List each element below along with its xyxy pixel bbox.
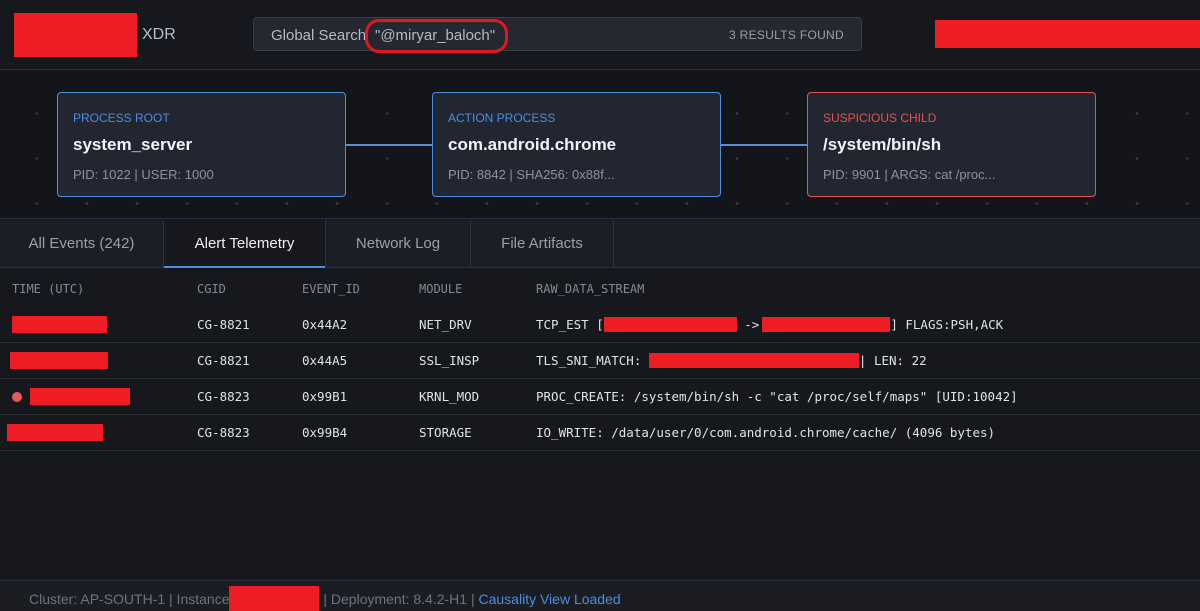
- table-row[interactable]: CG-8823 0x99B1 KRNL_MOD PROC_CREATE: /sy…: [0, 379, 1200, 415]
- cell-event-id: 0x99B4: [302, 425, 348, 440]
- table-row[interactable]: CG-8821 0x44A2 NET_DRV TCP_EST [ -> ] FLA…: [0, 307, 1200, 343]
- table-row[interactable]: CG-8823 0x99B4 STORAGE IO_WRITE: /data/u…: [0, 415, 1200, 451]
- global-search-input[interactable]: Global Search "@miryar_baloch" 3 RESULTS…: [253, 17, 862, 53]
- ip-redacted: [603, 317, 737, 332]
- raw-suffix: | LEN: 22: [858, 353, 927, 368]
- causality-graph: PROCESS ROOT system_server PID: 1022 | U…: [0, 71, 1200, 219]
- footer-cluster: Cluster: AP-SOUTH-1 | Instance: [29, 591, 230, 607]
- raw-prefix: TLS_SNI_MATCH:: [536, 353, 649, 368]
- process-node-root[interactable]: PROCESS ROOT system_server PID: 1022 | U…: [57, 92, 346, 197]
- cell-module: SSL_INSP: [419, 353, 480, 368]
- col-event-id[interactable]: EVENT_ID: [302, 282, 360, 296]
- cell-raw-data: IO_WRITE: /data/user/0/com.android.chrom…: [536, 425, 996, 440]
- raw-mid: ->: [736, 317, 760, 332]
- tab-alert-telemetry[interactable]: Alert Telemetry: [164, 220, 326, 268]
- cell-event-id: 0x99B1: [302, 389, 348, 404]
- status-bar: Cluster: AP-SOUTH-1 | Instance | Deploym…: [0, 580, 1200, 611]
- graph-edge: [721, 144, 807, 146]
- search-label: Global Search: [271, 27, 367, 44]
- node-name: com.android.chrome: [448, 135, 617, 154]
- ip-redacted: [762, 317, 891, 332]
- col-module[interactable]: MODULE: [419, 282, 462, 296]
- col-time[interactable]: TIME (UTC): [12, 282, 84, 296]
- cell-cgid: CG-8823: [197, 425, 250, 440]
- event-tabs: All Events (242) Alert Telemetry Network…: [0, 220, 1200, 268]
- node-name: /system/bin/sh: [823, 135, 942, 154]
- cell-event-id: 0x44A2: [302, 317, 348, 332]
- raw-prefix: TCP_EST [: [536, 317, 604, 332]
- col-cgid[interactable]: CGID: [197, 282, 226, 296]
- tab-network-log[interactable]: Network Log: [326, 220, 471, 268]
- user-info-redacted: [935, 20, 1200, 48]
- instance-redacted: [229, 586, 320, 611]
- node-tag: PROCESS ROOT: [73, 111, 170, 125]
- node-tag: ACTION PROCESS: [448, 111, 556, 125]
- brand-suffix: XDR: [142, 26, 176, 43]
- graph-edge: [346, 144, 432, 146]
- raw-suffix: ] FLAGS:PSH,ACK: [890, 317, 1004, 332]
- cell-event-id: 0x44A5: [302, 353, 348, 368]
- sni-redacted: [648, 353, 859, 368]
- cell-cgid: CG-8823: [197, 389, 250, 404]
- tab-all-events[interactable]: All Events (242): [0, 220, 164, 268]
- time-redacted: [30, 388, 130, 405]
- table-row[interactable]: CG-8821 0x44A5 SSL_INSP TLS_SNI_MATCH: |…: [0, 343, 1200, 379]
- cell-cgid: CG-8821: [197, 317, 250, 332]
- tab-file-artifacts[interactable]: File Artifacts: [471, 220, 614, 268]
- cell-raw-data: PROC_CREATE: /system/bin/sh -c "cat /pro…: [536, 389, 1018, 404]
- process-node-action[interactable]: ACTION PROCESS com.android.chrome PID: 8…: [432, 92, 721, 197]
- cell-raw-data: TLS_SNI_MATCH: | LEN: 22: [536, 353, 927, 368]
- footer-deployment: | Deployment: 8.4.2-H1 |: [323, 591, 475, 607]
- node-meta: PID: 8842 | SHA256: 0x88f...: [448, 167, 615, 182]
- cell-module: NET_DRV: [419, 317, 472, 332]
- node-meta: PID: 9901 | ARGS: cat /proc...: [823, 167, 996, 182]
- node-tag: SUSPICIOUS CHILD: [823, 111, 937, 125]
- cell-cgid: CG-8821: [197, 353, 250, 368]
- cell-raw-data: TCP_EST [ -> ] FLAGS:PSH,ACK: [536, 317, 1003, 332]
- time-redacted: [12, 316, 107, 333]
- cell-module: STORAGE: [419, 425, 472, 440]
- time-redacted: [7, 424, 103, 441]
- search-query-value[interactable]: "@miryar_baloch": [365, 19, 508, 53]
- node-meta: PID: 1022 | USER: 1000: [73, 167, 214, 182]
- node-name: system_server: [73, 135, 193, 154]
- alert-indicator-icon: [12, 392, 22, 402]
- causality-status-link[interactable]: Causality View Loaded: [479, 591, 621, 607]
- brand-logo-redacted: [14, 13, 137, 57]
- process-node-suspicious[interactable]: SUSPICIOUS CHILD /system/bin/sh PID: 990…: [807, 92, 1096, 197]
- cell-module: KRNL_MOD: [419, 389, 480, 404]
- telemetry-table: TIME (UTC) CGID EVENT_ID MODULE RAW_DATA…: [0, 269, 1200, 451]
- col-raw-data[interactable]: RAW_DATA_STREAM: [536, 282, 644, 296]
- time-redacted: [10, 352, 108, 369]
- top-bar: XDR Global Search "@miryar_baloch" 3 RES…: [0, 0, 1200, 70]
- search-results-count: 3 RESULTS FOUND: [729, 28, 844, 42]
- table-header: TIME (UTC) CGID EVENT_ID MODULE RAW_DATA…: [0, 269, 1200, 307]
